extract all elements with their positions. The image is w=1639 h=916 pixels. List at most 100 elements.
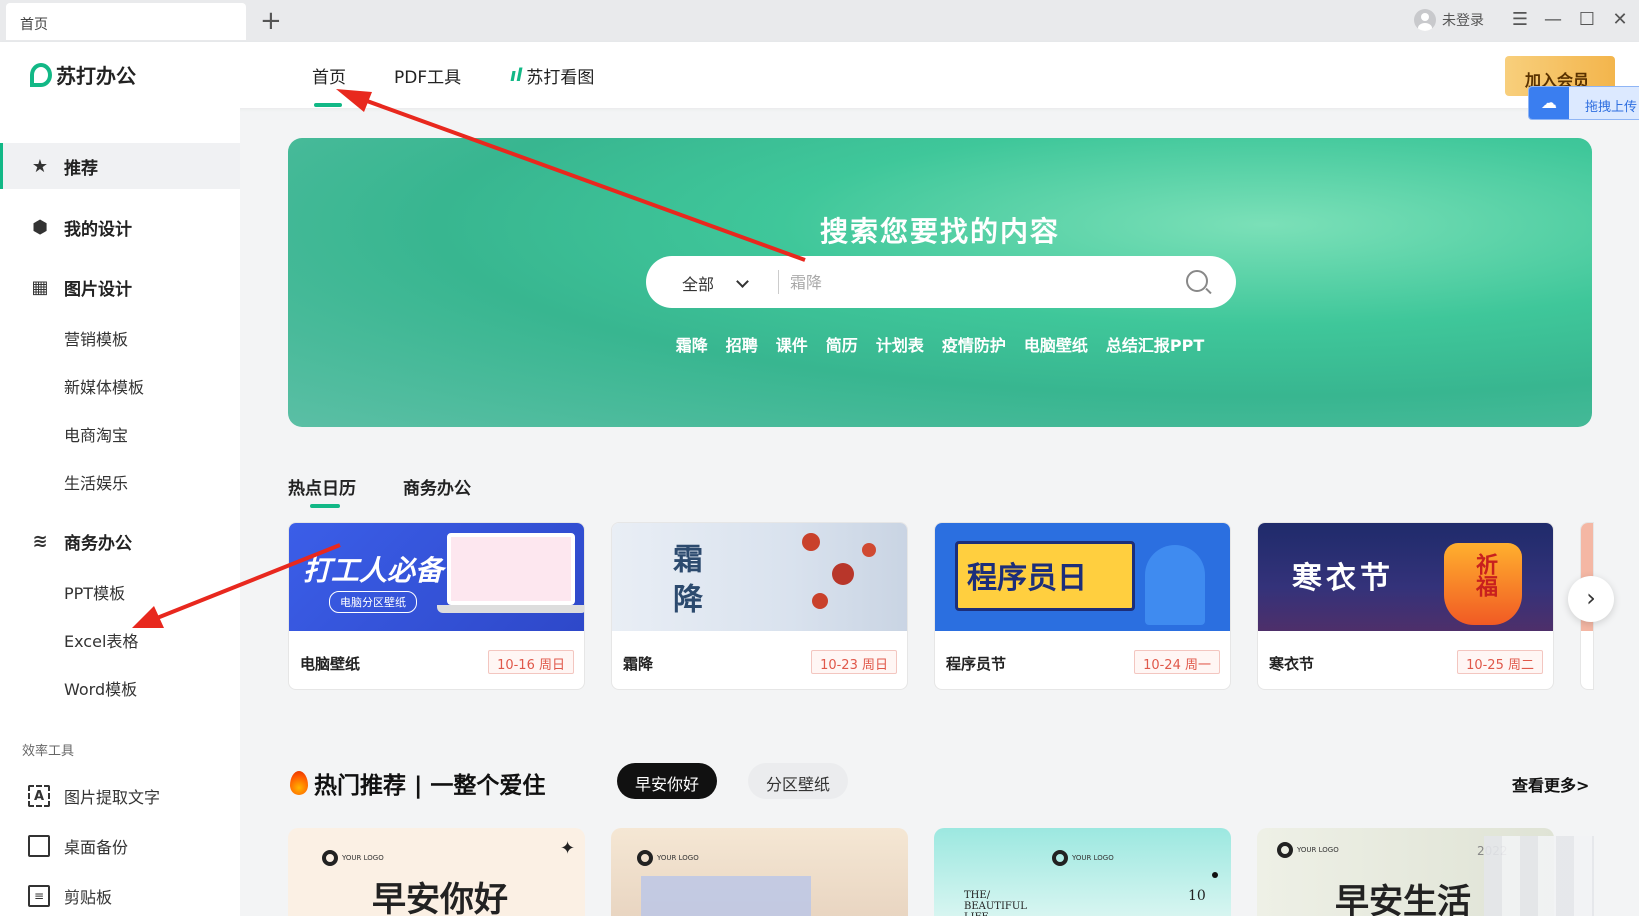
card-logo: YOUR LOGO	[1052, 850, 1114, 866]
text-scan-icon: A	[28, 785, 50, 807]
search-scope-select[interactable]: 全部	[682, 271, 749, 295]
logo-icon	[30, 62, 52, 87]
banner-subtext: 电脑分区壁纸	[329, 591, 417, 613]
calendar-card[interactable]: 霜降 霜降 10-23 周日	[611, 522, 908, 690]
lantern-text: 祈福	[1472, 553, 1497, 597]
calendar-card[interactable]: 寒衣节 祈福 寒衣节 10-25 周二	[1257, 522, 1554, 690]
logo-icon	[322, 850, 338, 866]
hot-tag[interactable]: 简历	[826, 332, 858, 356]
minimize-icon[interactable]: —	[1538, 6, 1568, 34]
calendar-card[interactable]: 程序员日 程序员节 10-24 周一	[934, 522, 1231, 690]
sidebar-sub-new-media[interactable]: 新媒体模板	[64, 374, 144, 398]
recommend-card[interactable]: YOUR LOGO THE/ BEAUTIFUL LIFE 10	[934, 828, 1231, 916]
card-number: 10	[1188, 888, 1206, 904]
layers-icon: ≋	[32, 530, 48, 552]
recommend-card[interactable]: YOUR LOGO ✦ 早安你好	[288, 828, 585, 916]
card-title: 电脑壁纸	[300, 655, 361, 673]
cube-icon: ⬢	[32, 216, 48, 238]
sidebar-sub-ppt[interactable]: PPT模板	[64, 580, 125, 604]
calendar-card[interactable]: 打工人必备 电脑分区壁纸 电脑壁纸 10-16 周日	[288, 522, 585, 690]
card-logo: YOUR LOGO	[322, 850, 384, 866]
hot-tag[interactable]: 电脑壁纸	[1024, 332, 1088, 356]
sidebar-item-label: 我的设计	[64, 219, 132, 240]
sidebar-sub-ecommerce[interactable]: 电商淘宝	[64, 422, 128, 446]
card-date-badge: 10-16 周日	[488, 650, 574, 674]
login-label: 未登录	[1442, 13, 1484, 29]
tool-label: 剪贴板	[64, 888, 113, 907]
sidebar-item-image-design[interactable]: ▦ 图片设计	[0, 264, 240, 310]
banner-text: 打工人必备	[303, 554, 444, 587]
banner-text: 寒衣节	[1292, 561, 1394, 596]
laptop-base	[437, 605, 584, 613]
search-banner: 搜索您要找的内容 全部 霜降 招聘 课件 简历 计划表 疫情防护 电脑壁纸 总结…	[288, 138, 1592, 427]
card-date-badge: 10-25 周二	[1457, 650, 1543, 674]
hot-tag[interactable]: 招聘	[726, 332, 758, 356]
grid-icon: ▦	[31, 276, 49, 298]
nav-suda-viewer[interactable]: ıl 苏打看图	[510, 63, 594, 88]
hot-tag[interactable]: 疫情防护	[942, 332, 1006, 356]
sidebar-sub-marketing[interactable]: 营销模板	[64, 326, 128, 350]
new-tab-button[interactable]: +	[260, 6, 282, 36]
hot-tag[interactable]: 总结汇报PPT	[1106, 332, 1204, 356]
copy-icon	[28, 835, 50, 857]
search-scope-value: 全部	[682, 275, 715, 294]
card-logo-text: YOUR LOGO	[657, 854, 699, 862]
search-icon[interactable]	[1186, 270, 1208, 292]
programmer-illustration	[1145, 545, 1205, 625]
user-avatar-icon	[1414, 9, 1436, 31]
menu-icon[interactable]: ☰	[1505, 6, 1535, 34]
logo-icon	[1277, 842, 1293, 858]
login-status[interactable]: 未登录	[1414, 9, 1484, 31]
app-logo[interactable]: 苏打办公	[30, 60, 136, 89]
sparkle-icon: ✦	[560, 838, 576, 859]
pill-partition-wallpaper[interactable]: 分区壁纸	[748, 763, 849, 799]
search-input[interactable]	[790, 268, 1170, 296]
tool-clipboard[interactable]: ≡ 剪贴板	[28, 884, 112, 908]
banner-text: 程序员日	[967, 561, 1087, 596]
fire-icon	[290, 771, 308, 795]
sidebar-sub-lifestyle[interactable]: 生活娱乐	[64, 470, 128, 494]
hot-tag[interactable]: 霜降	[676, 332, 708, 356]
sidebar-item-recommend[interactable]: ★ 推荐	[0, 143, 240, 189]
next-arrow-button[interactable]: ›	[1568, 576, 1614, 622]
maximize-icon[interactable]: ☐	[1572, 6, 1602, 34]
banner-text: 霜降	[667, 543, 702, 623]
sidebar-sub-excel[interactable]: Excel表格	[64, 628, 138, 652]
title-bar: 首页 + 未登录 ☰ — ☐ ✕	[0, 0, 1639, 42]
recommend-card[interactable]: YOUR LOGO	[611, 828, 908, 916]
bookmark-star-icon: ★	[31, 155, 49, 177]
hot-search-tags: 霜降 招聘 课件 简历 计划表 疫情防护 电脑壁纸 总结汇报PPT	[288, 332, 1592, 356]
app-header: 苏打办公 首页 PDF工具 ıl 苏打看图 加入会员	[0, 42, 1639, 108]
card-thumbnail: 程序员日	[935, 523, 1230, 631]
tab-hot-calendar[interactable]: 热点日历	[288, 474, 356, 508]
tab-business[interactable]: 商务办公	[403, 474, 471, 499]
pill-good-morning[interactable]: 早安你好	[617, 763, 718, 799]
sidebar-item-my-design[interactable]: ⬢ 我的设计	[0, 204, 240, 250]
viewer-icon: ıl	[510, 65, 523, 86]
sidebar-item-label: 图片设计	[64, 279, 132, 300]
browser-tab[interactable]: 首页	[6, 3, 246, 40]
chevron-down-icon	[736, 274, 749, 288]
card-logo-text: YOUR LOGO	[342, 854, 384, 862]
sidebar-item-label: 推荐	[64, 158, 98, 179]
tool-label: 桌面备份	[64, 838, 129, 857]
nav-home[interactable]: 首页	[312, 63, 346, 107]
tool-ocr[interactable]: A 图片提取文字	[28, 784, 160, 808]
nav-pdf-tools[interactable]: PDF工具	[394, 63, 461, 88]
logo-text: 苏打办公	[56, 64, 136, 88]
hot-section-title: 热门推荐 | 一整个爱住	[290, 766, 545, 800]
card-thumbnail: 寒衣节 祈福	[1258, 523, 1553, 631]
card-headline: THE/ BEAUTIFUL LIFE	[964, 890, 1027, 916]
hot-tag[interactable]: 课件	[776, 332, 808, 356]
card-title: 霜降	[623, 655, 654, 673]
sidebar-item-business[interactable]: ≋ 商务办公	[0, 518, 240, 564]
card-date-badge: 10-24 周一	[1134, 650, 1220, 674]
berry-decoration	[832, 563, 854, 585]
hot-tag[interactable]: 计划表	[876, 332, 924, 356]
drag-upload-widget[interactable]: ☁ 拖拽上传	[1528, 86, 1639, 120]
view-more-link[interactable]: 查看更多>	[1512, 772, 1589, 796]
tool-desktop-backup[interactable]: 桌面备份	[28, 834, 128, 858]
card-thumbnail: 霜降	[612, 523, 907, 631]
close-icon[interactable]: ✕	[1605, 6, 1635, 34]
sidebar-sub-word[interactable]: Word模板	[64, 676, 137, 700]
